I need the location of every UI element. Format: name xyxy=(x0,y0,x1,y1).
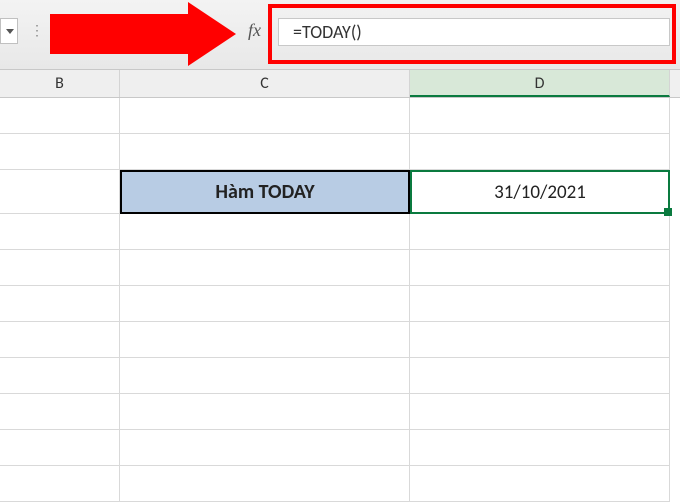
cell[interactable] xyxy=(120,358,410,394)
formula-toolbar: ⋮ fx =TODAY() xyxy=(0,0,680,70)
column-header-D[interactable]: D xyxy=(410,70,670,97)
cell[interactable] xyxy=(410,214,670,250)
table-row xyxy=(0,322,680,358)
cell[interactable] xyxy=(120,322,410,358)
cell[interactable] xyxy=(410,430,670,466)
table-row xyxy=(0,98,680,134)
cell[interactable] xyxy=(410,358,670,394)
cell[interactable] xyxy=(0,170,120,214)
table-row xyxy=(0,214,680,250)
cell[interactable] xyxy=(0,286,120,322)
column-headers-row: B C D xyxy=(0,70,680,98)
cell[interactable] xyxy=(0,98,120,134)
cell[interactable] xyxy=(410,286,670,322)
cell[interactable] xyxy=(120,98,410,134)
cell[interactable] xyxy=(120,286,410,322)
table-row xyxy=(0,394,680,430)
label-cell[interactable]: Hàm TODAY xyxy=(120,170,410,214)
spreadsheet-grid[interactable]: Hàm TODAY 31/10/2021 xyxy=(0,98,680,502)
chevron-down-icon[interactable] xyxy=(6,29,14,34)
name-box[interactable] xyxy=(0,18,18,44)
table-row xyxy=(0,466,680,502)
table-row xyxy=(0,134,680,170)
cell[interactable] xyxy=(410,322,670,358)
cell[interactable] xyxy=(410,134,670,170)
formula-bar-input[interactable]: =TODAY() xyxy=(278,18,670,46)
cell[interactable] xyxy=(0,430,120,466)
cell-value: 31/10/2021 xyxy=(494,181,586,204)
cell[interactable] xyxy=(120,466,410,502)
table-row xyxy=(0,250,680,286)
cell[interactable] xyxy=(120,430,410,466)
fill-handle[interactable] xyxy=(664,208,672,216)
column-header-B[interactable]: B xyxy=(0,70,120,97)
table-row xyxy=(0,430,680,466)
cell[interactable] xyxy=(120,394,410,430)
cell[interactable] xyxy=(410,466,670,502)
table-row: Hàm TODAY 31/10/2021 xyxy=(0,170,680,214)
cell[interactable] xyxy=(0,134,120,170)
cell[interactable] xyxy=(0,358,120,394)
cell[interactable] xyxy=(0,214,120,250)
annotation-arrow xyxy=(50,2,250,64)
grip-dots-icon: ⋮ xyxy=(30,22,46,39)
cell[interactable] xyxy=(120,250,410,286)
table-row xyxy=(0,286,680,322)
cell[interactable] xyxy=(410,250,670,286)
cell[interactable] xyxy=(120,214,410,250)
table-row xyxy=(0,358,680,394)
cell[interactable] xyxy=(410,98,670,134)
cell[interactable] xyxy=(0,466,120,502)
cell[interactable] xyxy=(410,394,670,430)
cell[interactable] xyxy=(0,250,120,286)
cell[interactable] xyxy=(0,394,120,430)
cell[interactable] xyxy=(120,134,410,170)
column-header-C[interactable]: C xyxy=(120,70,410,97)
cell[interactable] xyxy=(0,322,120,358)
result-cell-selected[interactable]: 31/10/2021 xyxy=(410,170,670,214)
